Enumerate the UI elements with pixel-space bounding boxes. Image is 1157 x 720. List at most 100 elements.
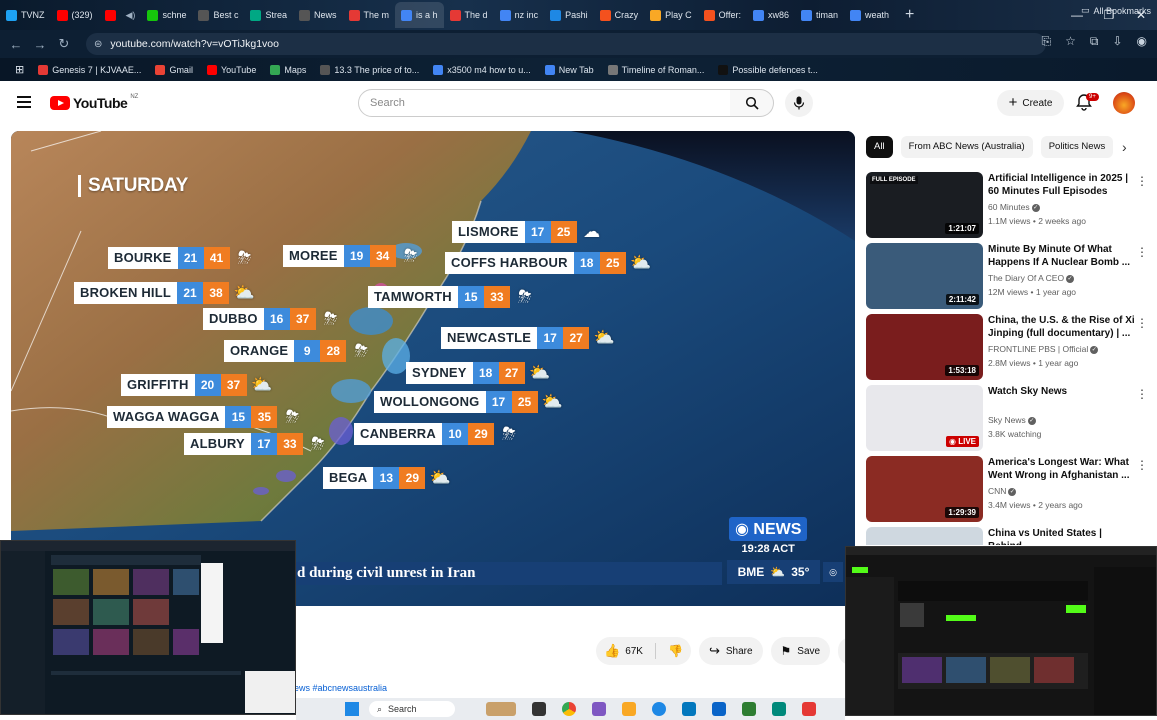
browser-tab[interactable]: weath [844,2,895,28]
related-video-item[interactable]: 1:53:18 China, the U.S. & the Rise of Xi … [866,314,1156,380]
share-button[interactable]: ↪ Share [698,637,763,665]
forward-icon[interactable]: → [28,37,52,52]
app-icon-3[interactable] [772,702,786,716]
video-player[interactable]: SATURDAY LISMORE 17 25 ☁ BOURKE 21 41 ⛈ MOREE 19 3… [11,131,855,606]
browser-tab[interactable]: The d [444,2,494,28]
menu-hamburger-icon[interactable] [17,96,31,108]
bookmark-item[interactable]: Gmail [148,64,200,75]
site-info-icon[interactable]: ⊜ [94,39,102,50]
youtube-logo[interactable]: YouTube NZ [50,94,138,111]
browser-tab[interactable]: Play C [644,2,698,28]
video-title[interactable]: China, the U.S. & the Rise of Xi Jinping… [988,314,1138,340]
more-vert-icon[interactable]: ⋮ [1136,174,1148,188]
browser-tab[interactable]: nz inc [494,2,545,28]
outlook-icon[interactable] [712,702,726,716]
edge-icon[interactable] [652,702,666,716]
account-avatar[interactable] [1113,92,1135,114]
browser-tab[interactable]: (329) [51,2,99,28]
search-button[interactable] [730,89,774,117]
browser-tab[interactable]: is a h [395,2,444,28]
new-tab-button[interactable]: + [895,6,924,24]
file-explorer-icon[interactable] [622,702,636,716]
browser-tab[interactable]: Pashi [544,2,594,28]
browser-tab[interactable]: Strea [244,2,293,28]
video-thumbnail[interactable]: FULL EPISODE 1:21:07 [866,172,983,238]
related-video-item[interactable]: FULL EPISODE 1:21:07 Artificial Intelligen… [866,172,1156,238]
channel-name[interactable]: Sky News ✓ [988,415,1036,425]
related-video-item[interactable]: ◉ LIVE Watch Sky News Sky News ✓ 3.8K watchi… [866,385,1156,451]
voice-search-button[interactable] [785,89,813,117]
taskbar-widget-icon[interactable] [486,702,516,716]
video-title[interactable]: America's Longest War: What Went Wrong i… [988,456,1138,482]
audio-icon[interactable]: ◀) [126,10,136,21]
all-bookmarks-button[interactable]: ▭ All Bookmarks [1081,5,1151,16]
video-title[interactable]: Artificial Intelligence in 2025 | 60 Min… [988,172,1138,198]
bookmark-item[interactable]: Maps [263,64,313,75]
bookmark-item[interactable]: Timeline of Roman... [601,64,712,75]
reload-icon[interactable]: ↻ [52,36,76,52]
search-input[interactable]: Search [358,89,731,117]
bookmark-item[interactable]: New Tab [538,64,601,75]
related-video-item[interactable]: China vs United States | Behind [866,527,1156,545]
casino-window-thumbnail[interactable] [0,540,296,715]
related-video-item[interactable]: 2:11:42 Minute By Minute Of What Happens … [866,243,1156,309]
save-button[interactable]: ⚑ Save [770,637,831,665]
task-view-icon[interactable] [532,702,546,716]
dislike-button[interactable]: 👎 [668,644,683,658]
more-vert-icon[interactable]: ⋮ [1136,387,1148,401]
apps-grid-icon[interactable]: ⊞ [8,63,31,76]
downloads-icon[interactable]: ⇩ [1112,34,1122,49]
taskbar-search[interactable]: ⌕ Search [369,701,455,717]
bookmark-item[interactable]: Possible defences t... [711,64,825,75]
bookmark-item[interactable]: x3500 m4 how to u... [426,64,538,75]
browser-tab[interactable]: Crazy [594,2,645,28]
channel-name[interactable]: The Diary Of A CEO ✓ [988,273,1075,283]
kick-stream-window-thumbnail[interactable] [845,546,1157,716]
app-icon-2[interactable] [742,702,756,716]
more-vert-icon[interactable]: ⋮ [1136,245,1148,259]
filter-chip[interactable]: Politics News [1040,136,1114,158]
video-thumbnail[interactable]: 1:53:18 [866,314,983,380]
video-title[interactable]: China vs United States | Behind [988,527,1138,545]
bookmark-item[interactable]: Genesis 7 | KJVAAE... [31,64,148,75]
create-button[interactable]: + Create [997,90,1064,116]
filter-chip[interactable]: All [866,136,893,158]
windows-start-icon[interactable] [345,702,359,716]
bookmark-star-icon[interactable]: ☆ [1065,34,1076,49]
video-thumbnail[interactable]: 2:11:42 [866,243,983,309]
more-vert-icon[interactable]: ⋮ [1136,458,1148,472]
back-icon[interactable]: ← [4,37,28,52]
address-bar[interactable]: ⊜ youtube.com/watch?v=vOTiJkg1voo [86,33,1046,55]
video-hashtags[interactable]: ews #abcnewsaustralia [294,683,387,693]
channel-name[interactable]: 60 Minutes ✓ [988,202,1040,212]
chrome-icon[interactable] [562,702,576,716]
like-button[interactable]: 👍 67K [604,643,643,659]
extensions-icon[interactable]: ⧉ [1090,34,1099,49]
browser-tab[interactable]: Best c [192,2,244,28]
video-title[interactable]: Watch Sky News [988,385,1138,398]
browser-tab[interactable]: ◀) [99,2,142,28]
install-icon[interactable]: ⎘ [1042,34,1052,49]
profile-icon[interactable]: ◉ [1137,34,1147,49]
app-icon-4[interactable] [802,702,816,716]
video-thumbnail[interactable] [866,527,983,545]
browser-tab[interactable]: News [293,2,343,28]
video-thumbnail[interactable]: 1:29:39 [866,456,983,522]
browser-tab[interactable]: xw86 [747,2,795,28]
channel-name[interactable]: FRONTLINE PBS | Official ✓ [988,344,1099,354]
browser-tab[interactable]: timan [795,2,844,28]
more-vert-icon[interactable]: ⋮ [1136,316,1148,330]
chevron-right-icon[interactable]: › [1122,139,1127,155]
app-icon[interactable] [682,702,696,716]
video-title[interactable]: Minute By Minute Of What Happens If A Nu… [988,243,1138,269]
browser-tab[interactable]: schne [141,2,192,28]
channel-name[interactable]: CNN ✓ [988,486,1017,496]
bookmark-item[interactable]: YouTube [200,64,263,75]
browser-tab[interactable]: TVNZ [0,2,51,28]
video-thumbnail[interactable]: ◉ LIVE [866,385,983,451]
copilot-icon[interactable] [592,702,606,716]
browser-tab[interactable]: The m [343,2,396,28]
browser-tab[interactable]: Offer: [698,2,747,28]
related-video-item[interactable]: 1:29:39 America's Longest War: What Went … [866,456,1156,522]
bookmark-item[interactable]: 13.3 The price of to... [313,64,426,75]
